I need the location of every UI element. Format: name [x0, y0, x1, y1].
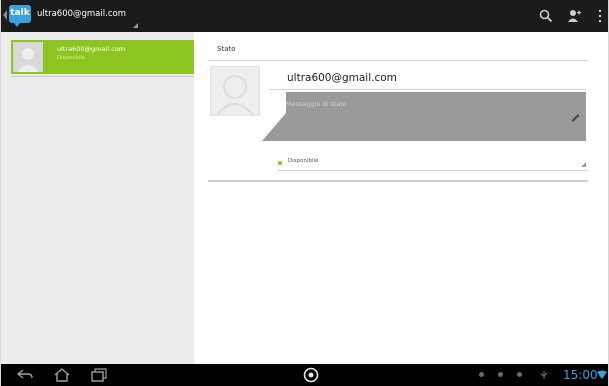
availability-label: Disponibile — [288, 158, 319, 164]
back-icon[interactable] — [17, 369, 33, 381]
section-title-divider — [208, 60, 588, 61]
section-bottom-divider — [208, 180, 588, 182]
center-app-icon[interactable] — [303, 367, 319, 383]
notification-icon-2 — [498, 372, 503, 377]
profile-email: ultra600@gmail.com — [287, 72, 397, 84]
default-avatar-icon — [216, 75, 254, 116]
notification-icon-3 — [517, 372, 522, 377]
default-avatar-icon — [17, 48, 39, 72]
status-message-placeholder: Messaggio di stato — [286, 100, 347, 108]
availability-divider — [278, 170, 588, 171]
contact-list: ultra600@gmail.com Disponibile — [1, 32, 194, 364]
notification-icon-1 — [479, 372, 484, 377]
section-title: Stato — [217, 45, 236, 53]
home-icon[interactable] — [54, 368, 70, 382]
usb-icon — [540, 371, 548, 379]
action-bar: talk ultra600@gmail.com — [1, 0, 608, 32]
back-caret-icon[interactable] — [3, 10, 7, 20]
available-dot-icon — [278, 161, 282, 165]
recent-apps-icon[interactable] — [91, 368, 107, 382]
contact-status: Disponibile — [57, 55, 85, 61]
app-icon-label: talk — [10, 8, 30, 18]
wifi-icon — [597, 370, 607, 379]
add-user-icon[interactable] — [567, 9, 581, 23]
system-bar: 15:00 — [1, 364, 608, 386]
availability-spinner[interactable]: Disponibile — [278, 156, 588, 170]
search-icon[interactable] — [539, 9, 553, 23]
status-bubble-tail — [262, 113, 286, 141]
overflow-menu-icon[interactable] — [598, 9, 602, 23]
profile-avatar[interactable] — [210, 66, 260, 116]
spinner-corner-icon — [581, 162, 586, 167]
account-spinner[interactable]: ultra600@gmail.com — [37, 8, 138, 28]
contact-list-item[interactable]: ultra600@gmail.com Disponibile — [11, 40, 194, 74]
contact-name: ultra600@gmail.com — [57, 45, 126, 53]
avatar — [13, 42, 43, 72]
email-divider — [268, 89, 586, 90]
clock: 15:00 — [563, 368, 598, 382]
talk-app-icon[interactable]: talk — [9, 5, 31, 27]
status-message-field[interactable]: Messaggio di stato — [286, 92, 586, 141]
account-label: ultra600@gmail.com — [37, 9, 126, 19]
edit-pencil-icon[interactable] — [570, 111, 581, 122]
list-divider — [11, 76, 194, 77]
spinner-corner-icon — [132, 23, 138, 28]
